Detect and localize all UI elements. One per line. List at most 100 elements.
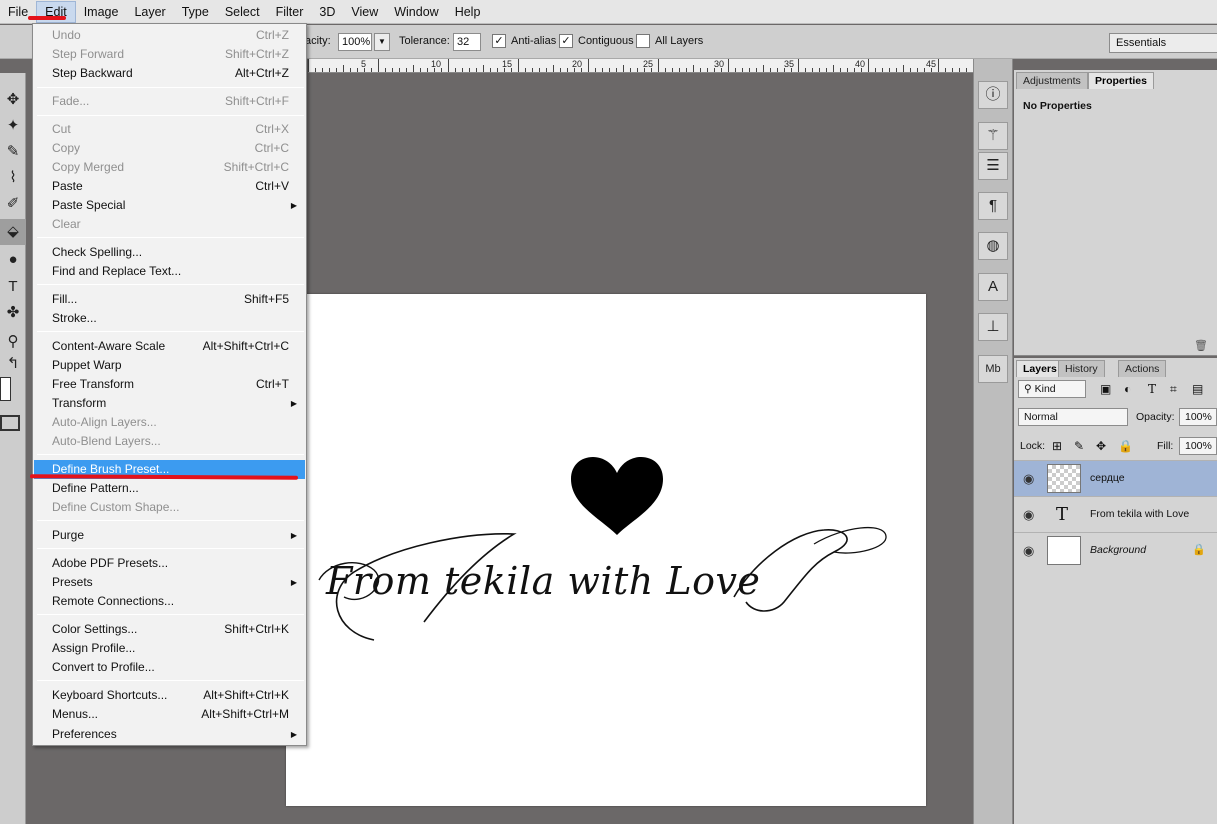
eyedropper-tool-icon[interactable]: ✎: [0, 139, 26, 165]
lock-transparent-icon[interactable]: ⊞: [1052, 439, 1062, 453]
menu-copy-merged[interactable]: Copy Merged Shift+Ctrl+C: [34, 158, 305, 177]
lock-all-icon[interactable]: 🔒: [1118, 439, 1133, 453]
opacity-dropdown-icon[interactable]: ▼: [374, 33, 390, 51]
menu-purge[interactable]: Purge ▶: [34, 526, 305, 545]
eye-icon[interactable]: ◉: [1023, 543, 1034, 559]
label: Find and Replace Text...: [52, 264, 182, 278]
menu-help[interactable]: Help: [447, 1, 489, 23]
tab-actions[interactable]: Actions: [1118, 360, 1167, 377]
info-icon[interactable]: ⓘ: [978, 81, 1008, 109]
document-canvas[interactable]: From tekila with Love: [286, 294, 926, 806]
menu-fade[interactable]: Fade... Shift+Ctrl+F: [34, 92, 305, 111]
layer-kind-filter[interactable]: ⚲ Kind: [1018, 380, 1086, 398]
eye-icon[interactable]: ◉: [1023, 471, 1034, 487]
tab-properties[interactable]: Properties: [1088, 72, 1154, 89]
menu-find-replace[interactable]: Find and Replace Text...: [34, 262, 305, 281]
menu-copy[interactable]: Copy Ctrl+C: [34, 139, 305, 158]
menu-define-custom-shape[interactable]: Define Custom Shape...: [34, 498, 305, 517]
menu-free-transform[interactable]: Free Transform Ctrl+T: [34, 375, 305, 394]
antialias-checkbox[interactable]: ✓: [492, 34, 506, 48]
mini-bridge-icon[interactable]: Mb: [978, 355, 1008, 383]
menu-define-pattern[interactable]: Define Pattern...: [34, 479, 305, 498]
menu-auto-align[interactable]: Auto-Align Layers...: [34, 413, 305, 432]
brush-tool-icon[interactable]: ⌇: [0, 165, 26, 191]
menu-content-aware-scale[interactable]: Content-Aware Scale Alt+Shift+Ctrl+C: [34, 337, 305, 356]
workspace-switcher[interactable]: Essentials: [1109, 33, 1217, 53]
menu-transform[interactable]: Transform ▶: [34, 394, 305, 413]
menu-menus[interactable]: Menus... Alt+Shift+Ctrl+M: [34, 705, 305, 724]
tab-layers[interactable]: Layers: [1016, 360, 1064, 377]
menu-convert-profile[interactable]: Convert to Profile...: [34, 658, 305, 677]
menu-cut[interactable]: Cut Ctrl+X: [34, 120, 305, 139]
lock-position-icon[interactable]: ✥: [1096, 439, 1106, 453]
magic-wand-tool-icon[interactable]: ✦: [0, 113, 26, 139]
tab-history[interactable]: History: [1058, 360, 1105, 377]
label: Color Settings...: [52, 622, 138, 636]
background-color-swatch[interactable]: [0, 377, 11, 401]
menu-filter[interactable]: Filter: [268, 1, 312, 23]
menu-puppet-warp[interactable]: Puppet Warp: [34, 356, 305, 375]
menu-assign-profile[interactable]: Assign Profile...: [34, 639, 305, 658]
menu-layer[interactable]: Layer: [126, 1, 173, 23]
all-layers-checkbox[interactable]: [636, 34, 650, 48]
menu-color-settings[interactable]: Color Settings... Shift+Ctrl+K: [34, 620, 305, 639]
dodge-tool-icon[interactable]: ●: [0, 247, 26, 273]
menu-auto-blend[interactable]: Auto-Blend Layers...: [34, 432, 305, 451]
character-icon[interactable]: A: [978, 273, 1008, 301]
paint-bucket-tool-icon[interactable]: ⬙: [0, 219, 26, 245]
tab-adjustments[interactable]: Adjustments: [1016, 72, 1088, 89]
clone-source-icon[interactable]: ⊥: [978, 313, 1008, 341]
menu-preferences[interactable]: Preferences ▶: [34, 725, 305, 744]
layer-row[interactable]: ◉ сердце: [1014, 460, 1217, 496]
layer-opacity-input[interactable]: 100%: [1179, 408, 1217, 426]
swap-colors-icon[interactable]: ↰: [0, 351, 26, 377]
move-tool-icon[interactable]: ✥: [0, 87, 26, 113]
trash-icon[interactable]: 🗑: [1194, 339, 1208, 352]
shape-tool-icon[interactable]: ✤: [0, 300, 26, 326]
filter-shape-icon[interactable]: ⌗: [1170, 382, 1177, 397]
menu-remote-connections[interactable]: Remote Connections...: [34, 592, 305, 611]
blend-mode-select[interactable]: Normal: [1018, 408, 1128, 426]
menu-undo[interactable]: Undo Ctrl+Z: [34, 26, 305, 45]
brush-presets-icon[interactable]: ⚚: [978, 122, 1008, 150]
menu-window[interactable]: Window: [386, 1, 446, 23]
filter-pixel-icon[interactable]: ▣: [1100, 382, 1111, 396]
lock-image-icon[interactable]: ✎: [1074, 439, 1084, 453]
menu-paste[interactable]: Paste Ctrl+V: [34, 177, 305, 196]
menu-presets[interactable]: Presets ▶: [34, 573, 305, 592]
layer-row[interactable]: ◉ Background 🔒: [1014, 532, 1217, 568]
menu-image[interactable]: Image: [76, 1, 127, 23]
contiguous-checkbox[interactable]: ✓: [559, 34, 573, 48]
quick-mask-icon[interactable]: [0, 415, 20, 431]
menu-type[interactable]: Type: [174, 1, 217, 23]
menu-step-backward[interactable]: Step Backward Alt+Ctrl+Z: [34, 64, 305, 83]
label: Assign Profile...: [52, 641, 136, 655]
menu-clear[interactable]: Clear: [34, 215, 305, 234]
color-icon[interactable]: ◍: [978, 232, 1008, 260]
paragraph-icon[interactable]: ¶: [978, 192, 1008, 220]
menu-view[interactable]: View: [343, 1, 386, 23]
brush-settings-icon[interactable]: ☰: [978, 152, 1008, 180]
eye-icon[interactable]: ◉: [1023, 507, 1034, 523]
layer-fill-input[interactable]: 100%: [1179, 437, 1217, 455]
filter-type-icon[interactable]: T: [1148, 382, 1156, 396]
menu-paste-special[interactable]: Paste Special ▶: [34, 196, 305, 215]
menu-check-spelling[interactable]: Check Spelling...: [34, 243, 305, 262]
ruler-tick: [476, 68, 477, 72]
lock-icon: 🔒: [1192, 544, 1206, 556]
type-tool-icon[interactable]: T: [0, 274, 26, 300]
opacity-input[interactable]: 100%: [338, 33, 372, 51]
opacity-label: Opacity:: [1136, 411, 1175, 423]
layer-row[interactable]: ◉ T From tekila with Love: [1014, 496, 1217, 532]
history-brush-tool-icon[interactable]: ✐: [0, 191, 26, 217]
filter-adjustment-icon[interactable]: ◐: [1124, 382, 1131, 396]
menu-step-forward[interactable]: Step Forward Shift+Ctrl+Z: [34, 45, 305, 64]
menu-pdf-presets[interactable]: Adobe PDF Presets...: [34, 554, 305, 573]
menu-select[interactable]: Select: [217, 1, 268, 23]
filter-smart-icon[interactable]: ▤: [1192, 382, 1203, 396]
menu-3d[interactable]: 3D: [311, 1, 343, 23]
menu-stroke[interactable]: Stroke...: [34, 309, 305, 328]
menu-fill[interactable]: Fill... Shift+F5: [34, 290, 305, 309]
menu-keyboard-shortcuts[interactable]: Keyboard Shortcuts... Alt+Shift+Ctrl+K: [34, 686, 305, 705]
tolerance-input[interactable]: 32: [453, 33, 481, 51]
